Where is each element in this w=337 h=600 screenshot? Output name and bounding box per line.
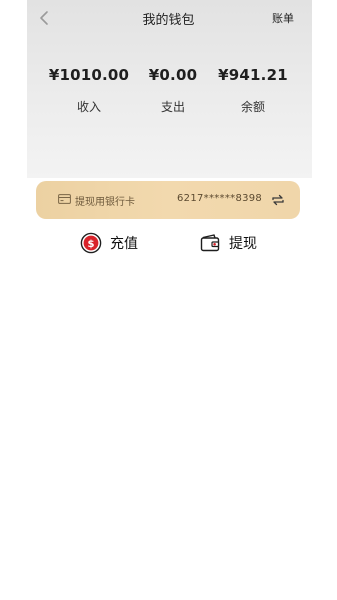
balance-stat: ¥941.21 余额 — [208, 66, 298, 115]
bill-link[interactable]: 账单 — [272, 10, 294, 26]
balance-label: 余额 — [240, 100, 265, 114]
income-stat: ¥1010.00 收入 — [44, 66, 134, 115]
bank-card-number: 6217******8398 — [177, 193, 263, 204]
wallet-icon — [200, 234, 220, 252]
income-amount: ¥1010.00 — [48, 66, 130, 84]
credit-card-icon — [58, 194, 71, 204]
expense-label: 支出 — [160, 100, 185, 114]
balance-amount: ¥941.21 — [218, 66, 288, 84]
withdraw-bank-card[interactable]: 提现用银行卡 6217******8398 — [36, 181, 300, 219]
dollar-coin-icon: $ — [80, 232, 102, 254]
bank-card-label: 提现用银行卡 — [75, 197, 135, 208]
income-label: 收入 — [76, 100, 101, 114]
withdraw-button[interactable]: 提现 — [199, 232, 257, 254]
svg-text:$: $ — [88, 239, 95, 250]
recharge-label: 充值 — [110, 236, 138, 252]
recharge-button[interactable]: $ 充值 — [80, 232, 138, 254]
withdraw-label: 提现 — [229, 236, 257, 252]
swap-icon[interactable] — [270, 192, 286, 208]
expense-amount: ¥0.00 — [148, 66, 198, 84]
expense-stat: ¥0.00 支出 — [128, 66, 218, 115]
